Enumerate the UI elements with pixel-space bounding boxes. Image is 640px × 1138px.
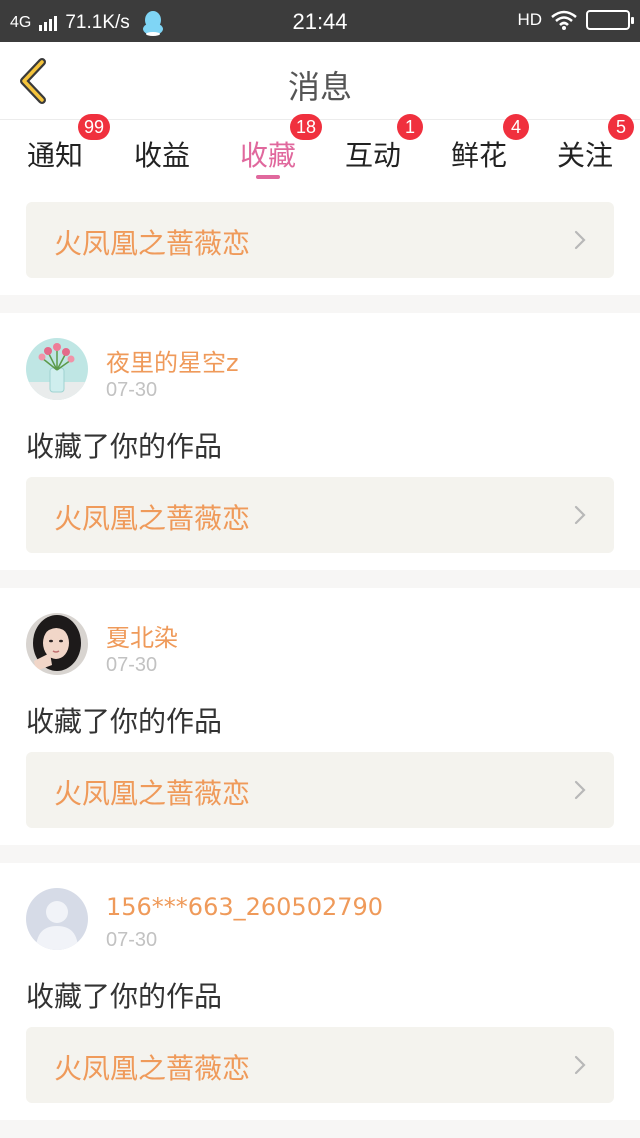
work-title: 火凤凰之蔷薇恋: [54, 777, 251, 810]
tab-flowers[interactable]: 鲜花: [434, 134, 524, 180]
work-link[interactable]: 火凤凰之蔷薇恋: [26, 202, 614, 278]
chevron-right-icon: [574, 780, 586, 800]
action-text: 收藏了你的作品: [26, 980, 223, 1013]
wifi-icon: [551, 10, 577, 30]
list-item: 156***663_260502790 07-30 收藏了你的作品 火凤凰之蔷薇…: [0, 863, 640, 1120]
chevron-right-icon: [574, 230, 586, 250]
action-text: 收藏了你的作品: [26, 430, 223, 463]
message-feed: 火凤凰之蔷薇恋 夜里的星空z 07-30 收藏了你的作品 火凤凰之蔷薇恋 夏北染…: [0, 182, 640, 1120]
work-title: 火凤凰之蔷薇恋: [54, 502, 251, 535]
active-tab-indicator: [256, 175, 280, 179]
tab-badge: 18: [290, 114, 323, 140]
list-item: 夏北染 07-30 收藏了你的作品 火凤凰之蔷薇恋: [0, 588, 640, 845]
default-avatar[interactable]: [26, 888, 88, 950]
tab-notifications[interactable]: 通知: [10, 134, 100, 180]
tab-favorites[interactable]: 收藏: [223, 134, 313, 180]
action-text: 收藏了你的作品: [26, 705, 223, 738]
work-link[interactable]: 火凤凰之蔷薇恋: [26, 477, 614, 553]
username[interactable]: 156***663_260502790: [106, 893, 383, 921]
timestamp: 07-30: [106, 929, 158, 951]
chevron-right-icon: [574, 1055, 586, 1075]
tab-label: 收藏: [239, 139, 296, 172]
tab-label: 收益: [133, 139, 190, 172]
status-bar: 4G 71.1K/s 21:44 HD: [0, 0, 640, 42]
hd-indicator: HD: [517, 10, 542, 29]
tab-earnings[interactable]: 收益: [117, 134, 207, 180]
work-title: 火凤凰之蔷薇恋: [54, 227, 251, 260]
username[interactable]: 夏北染: [106, 618, 178, 653]
work-link[interactable]: 火凤凰之蔷薇恋: [26, 1027, 614, 1103]
tab-label: 互动: [344, 139, 401, 172]
timestamp: 07-30: [106, 379, 158, 401]
tab-bar: 通知 99 收益 收藏 18 互动 1 鲜花 4 关注 5: [0, 114, 640, 182]
page-title: 消息: [287, 68, 352, 106]
timestamp: 07-30: [106, 654, 158, 676]
tab-label: 鲜花: [450, 139, 507, 172]
chevron-right-icon: [574, 505, 586, 525]
list-item: 夜里的星空z 07-30 收藏了你的作品 火凤凰之蔷薇恋: [0, 313, 640, 570]
status-right: HD: [517, 9, 634, 31]
tab-label: 通知: [26, 139, 83, 172]
tab-badge: 99: [78, 114, 111, 140]
tab-follows[interactable]: 关注: [540, 134, 630, 180]
tulip-avatar[interactable]: [26, 338, 88, 400]
tab-badge: 4: [503, 114, 529, 140]
tab-label: 关注: [556, 139, 613, 172]
username[interactable]: 夜里的星空z: [106, 343, 239, 378]
battery-icon: [586, 10, 634, 30]
list-item: 火凤凰之蔷薇恋: [0, 182, 640, 295]
work-link[interactable]: 火凤凰之蔷薇恋: [26, 752, 614, 828]
girl-avatar[interactable]: [26, 613, 88, 675]
tab-badge: 5: [608, 114, 634, 140]
header: 消息: [0, 42, 640, 120]
tab-interactions[interactable]: 互动: [328, 134, 418, 180]
work-title: 火凤凰之蔷薇恋: [54, 1052, 251, 1085]
tab-badge: 1: [397, 114, 423, 140]
